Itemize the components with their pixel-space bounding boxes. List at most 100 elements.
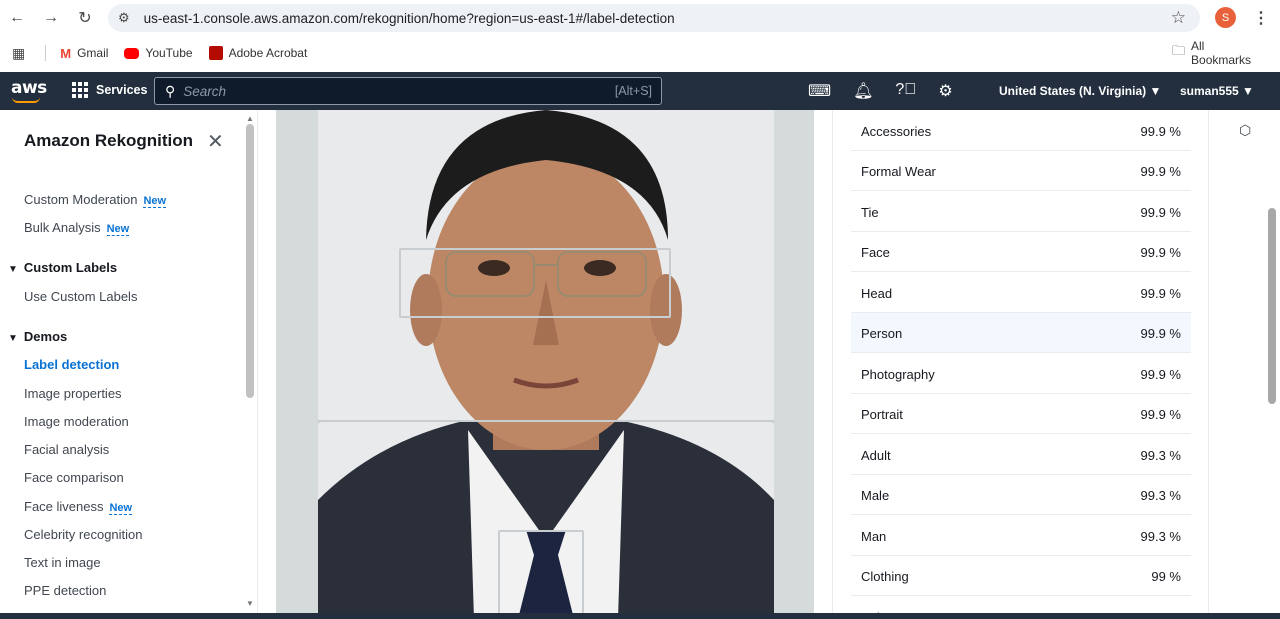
label-name: Clothing <box>861 569 909 584</box>
bookmark-label: YouTube <box>145 46 193 60</box>
label-row[interactable]: Adult 99.3 % <box>851 435 1191 475</box>
label-row-highlighted[interactable]: Person 99.9 % <box>851 313 1191 353</box>
sidebar-item-image-moderation[interactable]: Image moderation <box>24 414 129 429</box>
search-placeholder: Search <box>183 83 227 99</box>
aws-logo-smile <box>12 97 40 103</box>
sidebar-item-celebrity-recognition[interactable]: Celebrity recognition <box>24 527 143 542</box>
label-row[interactable]: Male 99.3 % <box>851 475 1191 515</box>
label-confidence: 99.9 % <box>1140 205 1181 220</box>
bottom-footer-strip <box>0 613 1280 619</box>
address-bar[interactable]: ⚙ us-east-1.console.aws.amazon.com/rekog… <box>108 4 1200 32</box>
rekognition-sidebar: Amazon Rekognition ✕ Custom Moderation Ne… <box>0 110 258 619</box>
label-name: Face <box>861 245 890 260</box>
analyzed-photo <box>318 110 774 619</box>
scroll-up-arrow-icon[interactable]: ▲ <box>246 114 254 123</box>
all-bookmarks[interactable]: 🗀 All Bookmarks <box>1172 39 1264 67</box>
bookmark-label: Adobe Acrobat <box>228 46 308 60</box>
aws-search-input[interactable]: ⚲ Search [Alt+S] <box>154 77 662 105</box>
bounding-box-person[interactable] <box>318 110 774 422</box>
sidebar-scrollbar[interactable] <box>246 124 254 398</box>
url-text: us-east-1.console.aws.amazon.com/rekogni… <box>143 10 675 26</box>
label-name: Portrait <box>861 407 903 422</box>
youtube-icon <box>124 47 140 59</box>
label-confidence: 99.9 % <box>1140 245 1181 260</box>
label-name: Photography <box>861 367 935 382</box>
forward-icon[interactable]: → <box>34 1 68 35</box>
services-menu[interactable]: Services <box>72 82 147 98</box>
help-icon[interactable]: ?⃝ <box>895 81 916 101</box>
label-name: Head <box>861 286 893 301</box>
label-confidence: 99.9 % <box>1140 286 1181 301</box>
close-icon[interactable]: ✕ <box>207 129 224 154</box>
label-name: Tie <box>861 205 879 220</box>
sidebar-title: Amazon Rekognition <box>24 131 194 150</box>
browser-menu-icon[interactable]: ⋮ <box>1253 8 1269 28</box>
sidebar-item-label: Custom Moderation <box>24 192 138 207</box>
sidebar-item-use-custom-labels[interactable]: Use Custom Labels <box>24 289 137 304</box>
section-demos[interactable]: ▼ Demos <box>8 329 67 344</box>
profile-avatar[interactable]: S <box>1215 7 1236 28</box>
sidebar-item-ppe-detection[interactable]: PPE detection <box>24 583 106 598</box>
site-settings-icon[interactable]: ⚙ <box>118 10 130 26</box>
adobe-acrobat-icon <box>208 46 223 60</box>
label-confidence: 99 % <box>1151 569 1181 584</box>
section-label: Demos <box>23 329 68 344</box>
bookmark-gmail[interactable]: M Gmail <box>60 46 108 61</box>
reload-icon[interactable]: ↻ <box>68 1 102 35</box>
page-scrollbar[interactable] <box>1268 208 1276 404</box>
region-selector[interactable]: United States (N. Virginia) ▼ <box>999 84 1161 98</box>
sidebar-item-face-liveness[interactable]: Face liveness New <box>24 499 133 515</box>
section-custom-labels[interactable]: ▼ Custom Labels <box>8 260 117 275</box>
label-name: Man <box>861 529 887 544</box>
bookmark-star-icon[interactable]: ☆ <box>1171 8 1186 28</box>
caret-down-icon: ▼ <box>8 264 18 275</box>
image-preview-area <box>276 110 814 619</box>
label-row[interactable]: Formal Wear 99.9 % <box>851 151 1191 191</box>
sidebar-item-facial-analysis[interactable]: Facial analysis <box>24 442 109 457</box>
bookmark-adobe-acrobat[interactable]: Adobe Acrobat <box>208 46 308 60</box>
section-label: Custom Labels <box>23 260 118 275</box>
cloudshell-icon[interactable]: ⌨ <box>808 81 831 101</box>
search-icon: ⚲ <box>165 82 176 99</box>
sidebar-item-label-detection[interactable]: Label detection <box>24 357 119 372</box>
bookmark-youtube[interactable]: YouTube <box>124 46 193 60</box>
settings-gear-icon[interactable]: ⚙ <box>938 81 952 101</box>
gmail-icon: M <box>60 45 72 61</box>
aws-logo[interactable]: aws <box>11 78 47 98</box>
back-icon[interactable]: ← <box>0 1 34 35</box>
feedback-icon[interactable]: ⬡ <box>1239 122 1251 139</box>
apps-grid-icon[interactable]: ▦ <box>12 45 25 62</box>
sidebar-item-face-comparison[interactable]: Face comparison <box>24 470 124 485</box>
label-row[interactable]: Accessories 99.9 % <box>851 111 1191 151</box>
label-confidence: 99.9 % <box>1140 367 1181 382</box>
label-confidence: 99.3 % <box>1140 448 1181 463</box>
label-row[interactable]: Man 99.3 % <box>851 516 1191 556</box>
sidebar-item-image-properties[interactable]: Image properties <box>24 386 122 401</box>
caret-down-icon: ▼ <box>8 333 18 344</box>
sidebar-item-custom-moderation[interactable]: Custom Moderation New <box>24 192 167 208</box>
scroll-down-arrow-icon[interactable]: ▼ <box>246 599 254 608</box>
label-name: Formal Wear <box>861 164 936 179</box>
label-row[interactable]: Head 99.9 % <box>851 273 1191 313</box>
label-row[interactable]: Tie 99.9 % <box>851 192 1191 232</box>
label-name: Accessories <box>861 124 932 139</box>
bookmarks-bar: ▦ M Gmail YouTube Adobe Acrobat 🗀 All Bo… <box>0 38 1280 68</box>
bookmark-label: Gmail <box>77 46 109 60</box>
account-menu[interactable]: suman555 ▼ <box>1180 84 1254 98</box>
label-confidence: 99.9 % <box>1140 124 1181 139</box>
label-row[interactable]: Photography 99.9 % <box>851 354 1191 394</box>
sidebar-item-text-in-image[interactable]: Text in image <box>24 555 101 570</box>
bookmarks-divider <box>45 45 47 61</box>
label-row[interactable]: Clothing 99 % <box>851 556 1191 596</box>
label-confidence: 99.3 % <box>1140 529 1181 544</box>
label-row[interactable]: Portrait 99.9 % <box>851 394 1191 434</box>
label-confidence: 99.9 % <box>1140 407 1181 422</box>
notifications-bell-icon[interactable]: 🔔︎ <box>853 81 873 101</box>
all-bookmarks-label: All Bookmarks <box>1191 39 1252 67</box>
label-row[interactable]: Face 99.9 % <box>851 232 1191 272</box>
search-shortcut: [Alt+S] <box>614 84 652 98</box>
header-icons: ⌨ 🔔︎ ?⃝ ⚙ <box>808 81 953 101</box>
sidebar-item-bulk-analysis[interactable]: Bulk Analysis New <box>24 220 130 236</box>
aws-console-header: aws Services ⚲ Search [Alt+S] ⌨ 🔔︎ ?⃝ ⚙ … <box>0 72 1280 110</box>
bounding-box-tie[interactable] <box>498 530 584 619</box>
